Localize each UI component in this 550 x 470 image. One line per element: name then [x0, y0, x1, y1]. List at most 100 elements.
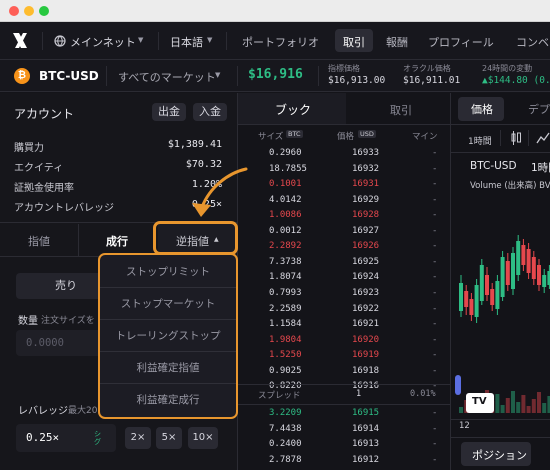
change-24h-label: 24時間の変動	[482, 64, 533, 73]
ask-row[interactable]: 7.3738 16925 -	[238, 255, 450, 270]
minimize-window-button[interactable]	[24, 6, 34, 16]
price-chart-canvas[interactable]	[451, 195, 550, 425]
row-price: 16932	[352, 163, 380, 174]
equity-label: エクイティ	[14, 163, 64, 174]
ask-row[interactable]: 1.5250 16919 -	[238, 348, 450, 363]
leverage-side-label: シグ	[94, 430, 101, 446]
leverage-10x-button[interactable]: 10×	[188, 427, 218, 449]
col-price-badge: USD	[358, 130, 376, 138]
nav-portfolio[interactable]: ポートフォリオ	[242, 34, 319, 50]
row-price: 16926	[352, 241, 380, 252]
candle-body	[469, 299, 474, 315]
ask-row[interactable]: 2.2589 16922 -	[238, 302, 450, 317]
ask-row[interactable]: 1.1584 16921 -	[238, 317, 450, 332]
chart-symbol: BTC-USD	[470, 160, 517, 172]
row-size: 0.0012	[269, 225, 302, 236]
zoom-window-button[interactable]	[39, 6, 49, 16]
spread-value: 1	[356, 389, 362, 399]
ask-row[interactable]: 0.0012 16927 -	[238, 224, 450, 239]
margin-usage-label: 証拠金使用率	[14, 183, 74, 194]
ask-row[interactable]: 0.1001 16931 -	[238, 177, 450, 192]
row-price: 16927	[352, 225, 380, 236]
tab-depth[interactable]: デプ	[528, 101, 550, 117]
row-price: 16913	[352, 439, 380, 450]
row-price: 16914	[352, 423, 380, 434]
bid-row[interactable]: 7.4438 16914 -	[238, 422, 450, 437]
tradingview-logo[interactable]: TV	[472, 396, 487, 407]
oracle-price-value: $16,911.01	[403, 75, 461, 86]
candle-body	[542, 275, 547, 287]
row-price: 16918	[352, 365, 380, 376]
tab-limit[interactable]: 指値	[28, 233, 50, 249]
bid-row[interactable]: 2.7878 16912 -	[238, 453, 450, 468]
row-mine: -	[432, 241, 438, 252]
nav-profile[interactable]: プロフィール	[428, 34, 494, 50]
row-size: 1.1584	[269, 319, 302, 330]
network-selector[interactable]: メインネット	[70, 34, 136, 50]
row-size: 7.4438	[269, 423, 302, 434]
withdraw-button[interactable]: 出金	[152, 103, 186, 121]
menu-take-profit-market[interactable]: 利益確定成行	[100, 384, 236, 416]
leverage-input[interactable]: 0.25×	[26, 431, 59, 444]
tab-positions[interactable]: ポジション	[472, 447, 527, 463]
ask-row[interactable]: 4.0142 16929 -	[238, 193, 450, 208]
leverage-2x-button[interactable]: 2×	[125, 427, 151, 449]
row-size: 0.2960	[269, 148, 302, 158]
candles-icon[interactable]	[510, 130, 522, 146]
bid-row[interactable]: 3.2209 16915 -	[238, 406, 450, 421]
ask-row[interactable]: 0.9025 16918 -	[238, 364, 450, 379]
candle-body	[490, 289, 495, 305]
ask-row[interactable]: 18.7855 16932 -	[238, 162, 450, 177]
tab-book[interactable]: ブック	[275, 101, 311, 118]
quantity-input[interactable]: 0.0000	[26, 337, 64, 349]
row-price: 16921	[352, 319, 380, 330]
volume-label: Volume (出来高) BV	[470, 181, 550, 191]
menu-stop-market[interactable]: ストップマーケット	[100, 288, 236, 320]
bid-row[interactable]: 0.2400 16913 -	[238, 437, 450, 452]
candle-body	[500, 257, 505, 297]
ask-row[interactable]: 0.7993 16923 -	[238, 286, 450, 301]
menu-take-profit-limit[interactable]: 利益確定指値	[100, 352, 236, 384]
ask-row[interactable]: 1.8074 16924 -	[238, 270, 450, 285]
row-size: 2.7878	[269, 454, 302, 465]
globe-icon	[54, 35, 66, 47]
logo-icon[interactable]	[12, 32, 28, 49]
chevron-down-icon: ▼	[207, 36, 213, 44]
nav-rewards[interactable]: 報酬	[386, 34, 408, 50]
market-symbol[interactable]: BTC-USD	[39, 69, 99, 83]
interval-selector[interactable]: 1時間	[468, 134, 492, 147]
indicators-icon[interactable]	[536, 131, 550, 145]
language-selector[interactable]: 日本語	[170, 34, 203, 50]
row-price: 16922	[352, 303, 380, 314]
menu-trailing-stop[interactable]: トレーリングストップ	[100, 320, 236, 352]
ask-row[interactable]: 1.0086 16928 -	[238, 208, 450, 223]
row-size: 1.8074	[269, 272, 302, 283]
close-window-button[interactable]	[9, 6, 19, 16]
row-size: 18.7855	[269, 163, 307, 174]
tab-market[interactable]: 成行	[106, 233, 128, 249]
quantity-label: 数量	[18, 316, 38, 327]
buying-power-label: 購買力	[14, 143, 44, 154]
chart-scroll-handle[interactable]	[455, 375, 461, 395]
ask-row[interactable]: 0.2960 16933 -	[238, 146, 450, 161]
menu-stop-limit[interactable]: ストップリミット	[100, 256, 236, 288]
candle-body	[511, 253, 515, 289]
candle-body	[537, 265, 541, 285]
deposit-button[interactable]: 入金	[193, 103, 227, 121]
ask-row[interactable]: 2.2892 16926 -	[238, 239, 450, 254]
ask-row[interactable]: 1.9804 16920 -	[238, 333, 450, 348]
chevron-down-icon: ▼	[138, 36, 144, 44]
leverage-5x-button[interactable]: 5×	[156, 427, 182, 449]
all-markets-selector[interactable]: すべてのマーケット	[118, 69, 216, 85]
row-price: 16923	[352, 287, 380, 298]
tab-trades[interactable]: 取引	[390, 102, 412, 118]
tab-price[interactable]: 価格	[471, 101, 493, 117]
nav-trade[interactable]: 取引	[343, 34, 365, 50]
volume-bar	[495, 394, 500, 413]
candle-body	[531, 257, 536, 279]
annotation-arrow-icon	[192, 167, 248, 217]
oracle-price-label: オラクル価格	[403, 64, 451, 73]
row-size: 3.2209	[269, 408, 302, 418]
row-mine: -	[432, 350, 438, 361]
nav-community[interactable]: コンベ	[516, 34, 549, 50]
